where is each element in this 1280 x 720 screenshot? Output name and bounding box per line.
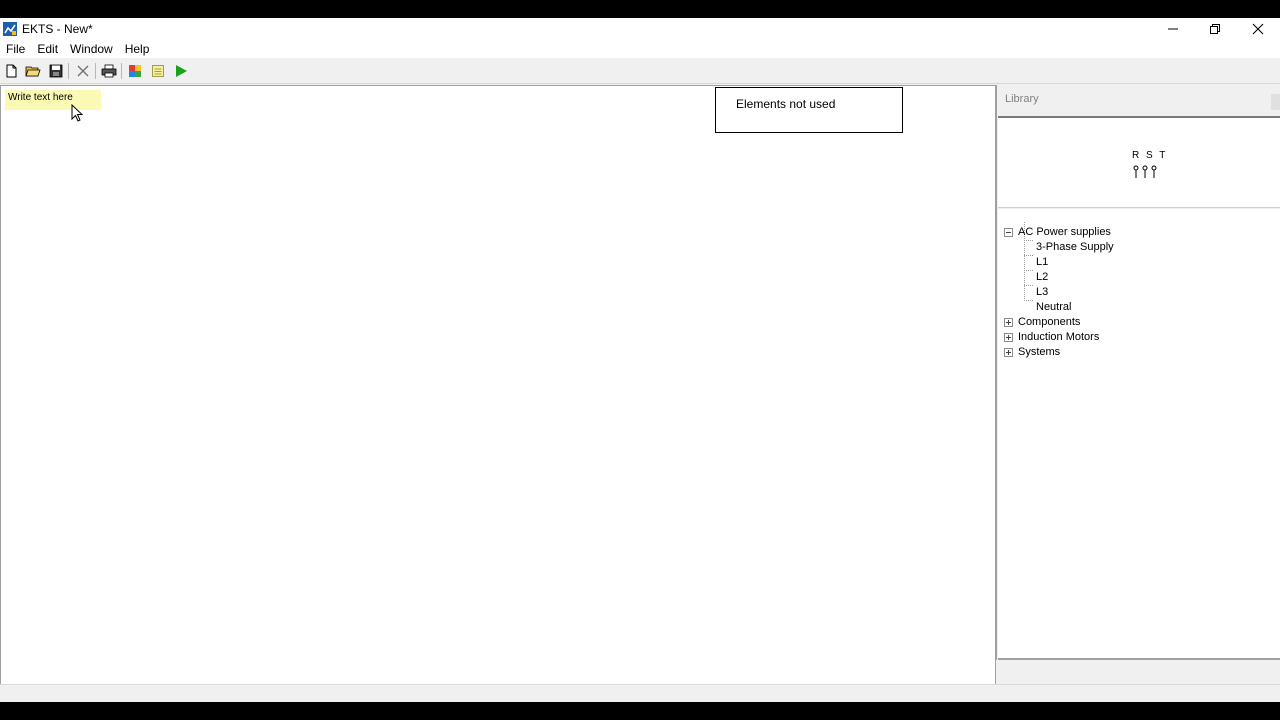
- expand-components-icon[interactable]: [1004, 318, 1013, 327]
- expand-systems-icon[interactable]: [1004, 348, 1013, 357]
- run-button[interactable]: [171, 61, 191, 81]
- tree-connector: [1024, 285, 1033, 286]
- library-title: Library: [1005, 93, 1039, 105]
- print-button[interactable]: [99, 61, 119, 81]
- tree-connector: [1024, 270, 1033, 271]
- close-button[interactable]: [1237, 18, 1279, 40]
- library-preview: R S T: [998, 116, 1280, 208]
- delete-button[interactable]: [73, 61, 93, 81]
- title-bar[interactable]: EKTS - New*: [0, 18, 1280, 40]
- close-icon: [1252, 23, 1264, 35]
- tree-group-components[interactable]: Components: [1018, 315, 1080, 330]
- run-play-icon: [176, 65, 187, 77]
- library-close-button[interactable]: [1271, 94, 1280, 110]
- restore-button[interactable]: [1194, 18, 1236, 40]
- expand-induction-motors-icon[interactable]: [1004, 333, 1013, 342]
- menu-edit[interactable]: Edit: [31, 40, 64, 58]
- toolbar: [0, 58, 1280, 84]
- minimize-icon: [1168, 28, 1178, 30]
- status-bar: [0, 684, 1280, 702]
- save-button[interactable]: [46, 61, 66, 81]
- text-note[interactable]: Write text here: [5, 90, 101, 110]
- three-phase-terminal-icon: [1133, 165, 1157, 178]
- app-window: EKTS - New* File Edit Window Help Write …: [0, 18, 1280, 702]
- notes-button[interactable]: [148, 61, 168, 81]
- menu-bar: File Edit Window Help: [0, 40, 1280, 58]
- tree-group-systems[interactable]: Systems: [1018, 345, 1060, 360]
- menu-window[interactable]: Window: [64, 40, 119, 58]
- open-folder-icon: [25, 66, 41, 77]
- library-panel: Library R S T AC Power supplies 3-Phase …: [996, 85, 1280, 660]
- notes-icon: [152, 65, 164, 77]
- library-tree: AC Power supplies 3-Phase Supply L1 L2 L…: [998, 209, 1280, 660]
- menu-file[interactable]: File: [0, 40, 31, 58]
- new-file-button[interactable]: [1, 61, 21, 81]
- toolbar-separator: [95, 63, 96, 79]
- tree-item-neutral[interactable]: Neutral: [1036, 300, 1071, 315]
- window-title: EKTS - New*: [22, 22, 93, 36]
- color-button[interactable]: [125, 61, 145, 81]
- save-icon: [49, 64, 63, 78]
- delete-icon: [77, 65, 89, 77]
- app-logo-icon: [3, 22, 17, 36]
- drawing-canvas[interactable]: Write text here Elements not used: [0, 85, 996, 702]
- tree-item-3-phase-supply[interactable]: 3-Phase Supply: [1036, 240, 1114, 255]
- tree-group-induction-motors[interactable]: Induction Motors: [1018, 330, 1099, 345]
- tree-item-l1[interactable]: L1: [1036, 255, 1048, 270]
- toolbar-separator: [121, 63, 122, 79]
- open-button[interactable]: [23, 61, 43, 81]
- tree-item-l3[interactable]: L3: [1036, 285, 1048, 300]
- menu-help[interactable]: Help: [119, 40, 156, 58]
- restore-icon: [1210, 24, 1220, 34]
- mouse-cursor-icon: [71, 104, 84, 122]
- tree-connector: [1024, 300, 1033, 301]
- toolbar-separator: [68, 63, 69, 79]
- rst-label: R S T: [1132, 150, 1168, 161]
- tree-group-ac-power-supplies[interactable]: AC Power supplies: [1018, 225, 1111, 240]
- minimize-button[interactable]: [1152, 18, 1194, 40]
- collapse-ac-power-icon[interactable]: [1004, 228, 1013, 237]
- elements-not-used-box[interactable]: Elements not used: [715, 87, 903, 133]
- color-palette-icon: [129, 65, 141, 77]
- elements-not-used-label: Elements not used: [736, 97, 836, 111]
- tree-item-l2[interactable]: L2: [1036, 270, 1048, 285]
- new-file-icon: [6, 64, 17, 78]
- tree-connector: [1024, 240, 1033, 241]
- tree-connector: [1024, 255, 1033, 256]
- print-icon: [101, 64, 117, 78]
